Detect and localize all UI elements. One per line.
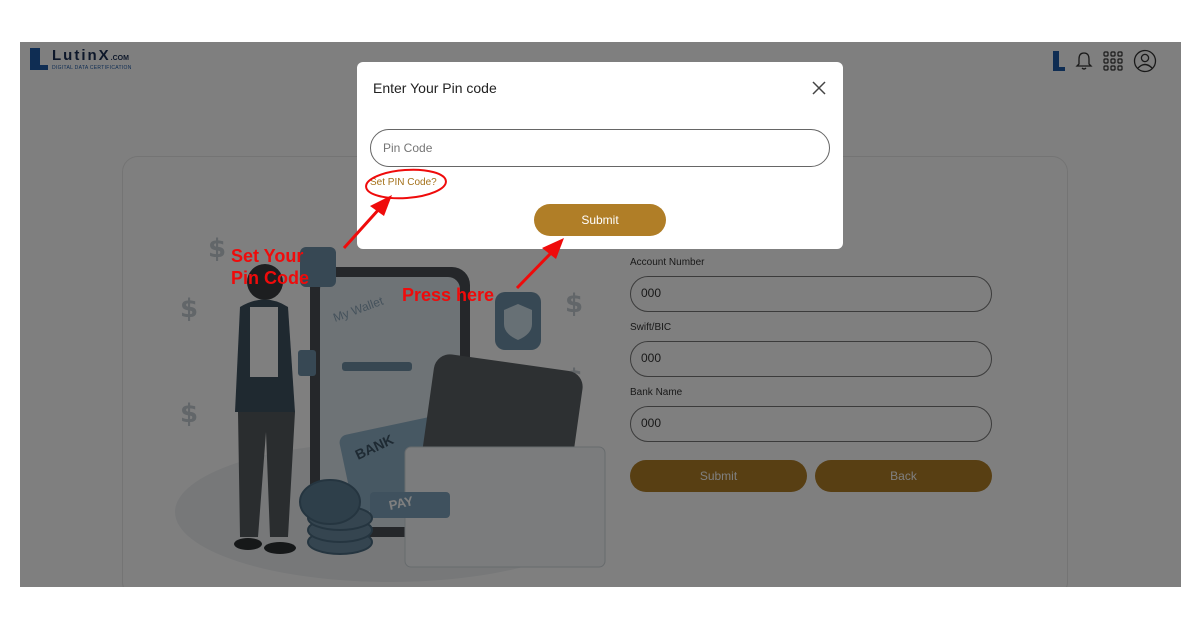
arrow-press-here-line <box>515 250 554 290</box>
arrow-set-pin-line <box>342 206 382 250</box>
arrow-press-here-head <box>542 238 564 259</box>
arrow-set-pin-head <box>370 195 392 216</box>
press-here-annotation: Press here <box>402 285 495 305</box>
set-pin-annotation: Set Your Pin Code <box>231 245 309 289</box>
tutorial-annotations <box>342 168 564 290</box>
set-pin-annotation-line1: Set Your <box>231 246 304 266</box>
set-pin-annotation-line2: Pin Code <box>231 268 310 288</box>
highlight-circle <box>365 168 447 200</box>
